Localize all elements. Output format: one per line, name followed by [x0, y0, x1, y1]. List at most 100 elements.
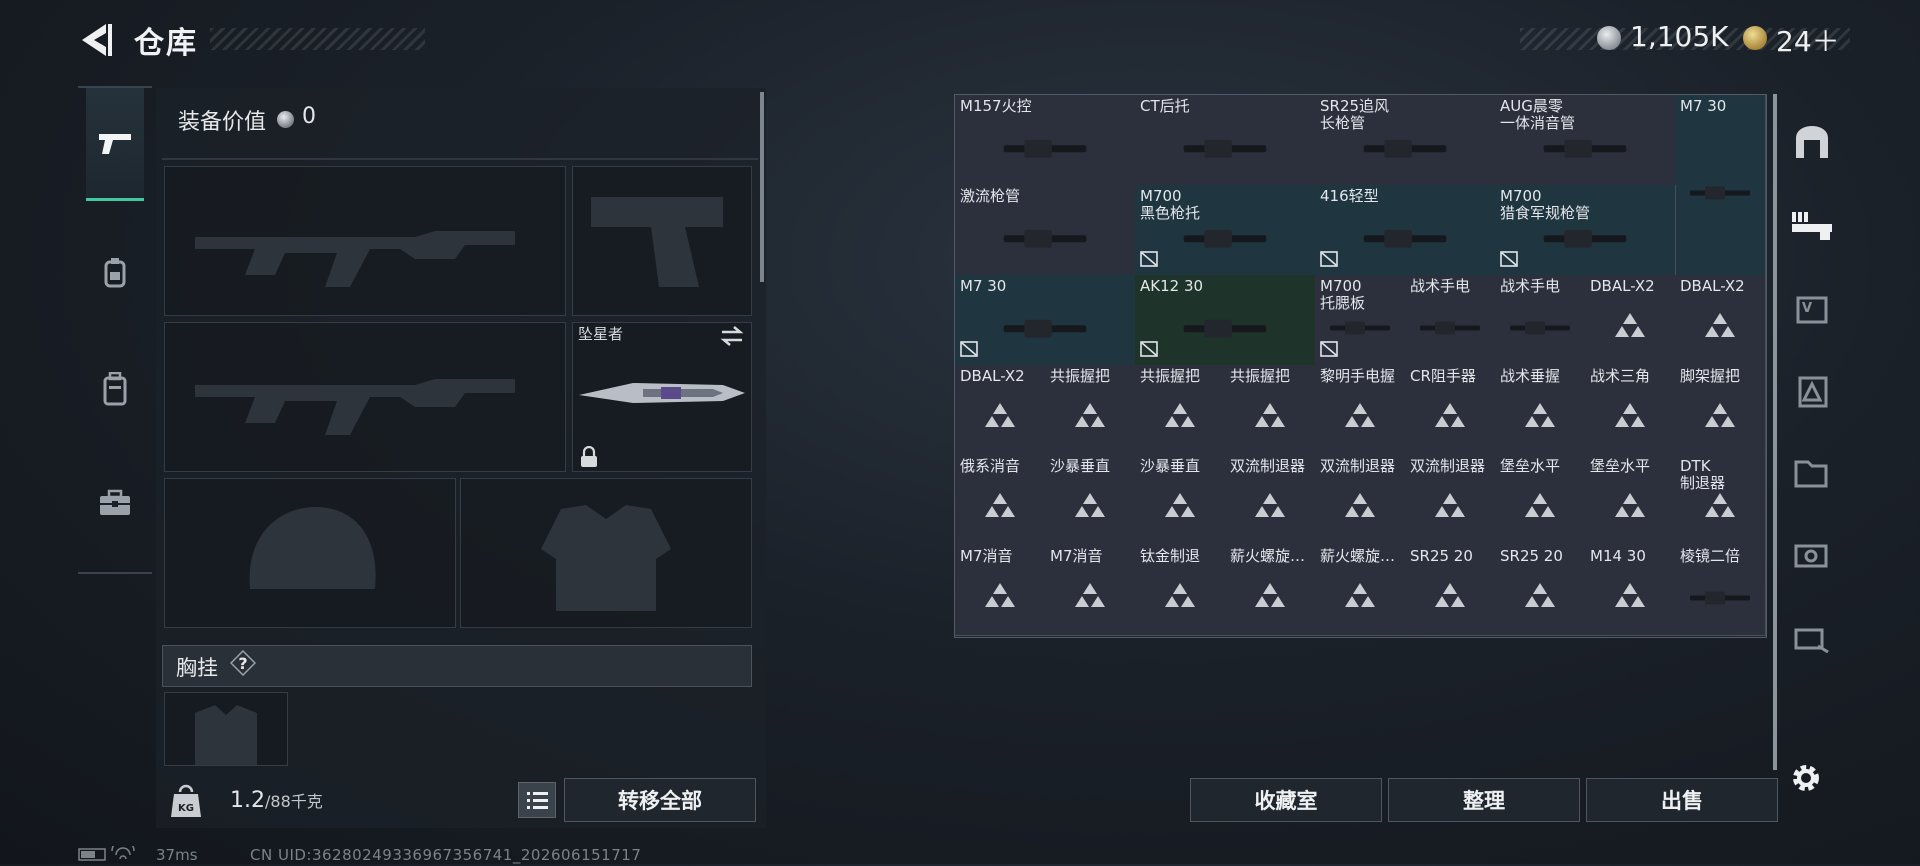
grid-item-cell[interactable]: M7消音: [1045, 545, 1136, 636]
grid-item-cell[interactable]: 薪火螺旋…: [1225, 545, 1316, 636]
placeholder-triangle-icon: [1345, 493, 1375, 518]
tab-gear[interactable]: [86, 218, 144, 328]
weight-icon: KG: [170, 784, 202, 822]
grid-item-cell[interactable]: M7消音: [955, 545, 1046, 636]
grid-item-cell[interactable]: 棱镜二倍: [1675, 545, 1766, 636]
grid-item-name: 棱镜二倍: [1680, 547, 1741, 565]
sell-button[interactable]: 出售: [1586, 778, 1778, 822]
grid-item-name: M7 30: [960, 277, 1007, 295]
grid-item-cell[interactable]: 共振握把: [1225, 365, 1316, 456]
grid-item-cell[interactable]: 战术三角: [1585, 365, 1676, 456]
category-all[interactable]: [1780, 110, 1844, 174]
grid-item-cell[interactable]: 钛金制退: [1135, 545, 1226, 636]
grid-item-name: 钛金制退: [1140, 547, 1201, 565]
grid-item-cell[interactable]: 俄系消音: [955, 455, 1046, 546]
grid-item-cell[interactable]: CT后托: [1135, 95, 1316, 186]
grid-item-cell[interactable]: DBAL-X2: [1675, 275, 1766, 366]
grid-item-cell[interactable]: M7 30: [1675, 95, 1766, 276]
grid-item-cell[interactable]: 共振握把: [1135, 365, 1226, 456]
settings-button[interactable]: [1788, 760, 1824, 800]
grid-item-cell[interactable]: 416轻型: [1315, 185, 1496, 276]
grid-item-cell[interactable]: 薪火螺旋…: [1315, 545, 1406, 636]
tab-case[interactable]: [86, 448, 144, 558]
grid-item-cell[interactable]: SR25追风 长枪管: [1315, 95, 1496, 186]
grid-item-cell[interactable]: 沙暴垂直: [1045, 455, 1136, 546]
placeholder-triangle-icon: [1525, 493, 1555, 518]
list-view-button[interactable]: [518, 782, 556, 818]
grid-item-cell[interactable]: DBAL-X2: [955, 365, 1046, 456]
grid-item-cell[interactable]: SR25 20: [1495, 545, 1586, 636]
storage-scrollbar[interactable]: [1773, 94, 1777, 770]
grid-item-cell[interactable]: 堡垒水平: [1495, 455, 1586, 546]
placeholder-triangle-icon: [1435, 403, 1465, 428]
placeholder-triangle-icon: [1255, 493, 1285, 518]
helmet-slot[interactable]: [164, 478, 456, 628]
category-tier-4-a[interactable]: [1780, 440, 1844, 504]
grid-item-cell[interactable]: M7 30: [955, 275, 1136, 366]
grid-item-cell[interactable]: DTK 制退器: [1675, 455, 1766, 546]
chest-rig-slot[interactable]: [164, 692, 288, 766]
collection-room-button[interactable]: 收藏室: [1190, 778, 1382, 822]
helmet-vest-icon: [104, 258, 126, 288]
grid-item-cell[interactable]: 双流制退器: [1315, 455, 1406, 546]
grid-item-cell[interactable]: 战术手电: [1405, 275, 1496, 366]
gold-currency-value[interactable]: 24＋: [1776, 20, 1840, 60]
unequippable-icon: [1320, 341, 1338, 357]
transfer-all-button[interactable]: 转移全部: [564, 778, 756, 822]
pistol-silhouette-icon: [591, 197, 723, 287]
grid-item-cell[interactable]: 脚架握把: [1675, 365, 1766, 456]
back-button[interactable]: [76, 20, 116, 60]
grid-item-cell[interactable]: M157火控: [955, 95, 1136, 186]
grid-item-name: AUG晨零 一体消音管: [1500, 97, 1576, 132]
grid-item-cell[interactable]: AK12 30: [1135, 275, 1316, 366]
category-tier-3[interactable]: [1780, 358, 1844, 422]
category-tier-4-b[interactable]: [1780, 522, 1844, 586]
grid-item-cell[interactable]: M700 托腮板: [1315, 275, 1406, 366]
equipment-value: 0: [302, 104, 316, 129]
tier-iv-device-icon: [1794, 544, 1828, 568]
grid-item-name: 共振握把: [1140, 367, 1201, 385]
grid-item-cell[interactable]: 双流制退器: [1405, 455, 1496, 546]
category-tier-5[interactable]: V: [1780, 276, 1844, 340]
tab-backpack[interactable]: [86, 334, 144, 444]
equipment-scrollbar[interactable]: [760, 92, 764, 282]
gold-coin-icon: [1743, 26, 1767, 50]
grid-item-cell[interactable]: CR阻手器: [1405, 365, 1496, 456]
grid-item-cell[interactable]: 激流枪管: [955, 185, 1136, 276]
item-image-icon: [1420, 321, 1480, 335]
category-tier-4-c[interactable]: [1780, 604, 1844, 668]
swap-icon[interactable]: [720, 326, 744, 350]
grid-item-cell[interactable]: M700 猎食军规枪管: [1495, 185, 1676, 276]
tab-weapons[interactable]: [86, 88, 144, 201]
grid-item-name: SR25 20: [1500, 547, 1563, 565]
grid-item-cell[interactable]: DBAL-X2: [1585, 275, 1676, 366]
help-icon[interactable]: ?: [229, 649, 257, 677]
grid-item-cell[interactable]: 沙暴垂直: [1135, 455, 1226, 546]
grid-item-cell[interactable]: 战术手电: [1495, 275, 1586, 366]
grid-item-cell[interactable]: SR25 20: [1405, 545, 1496, 636]
grid-item-name: 薪火螺旋…: [1230, 547, 1306, 565]
grid-item-name: 双流制退器: [1230, 457, 1306, 475]
grid-item-cell[interactable]: M14 30: [1585, 545, 1676, 636]
category-weapon-parts[interactable]: [1780, 192, 1844, 256]
grid-item-cell[interactable]: 战术垂握: [1495, 365, 1586, 456]
sort-button[interactable]: 整理: [1388, 778, 1580, 822]
equipment-value-label: 装备价值: [178, 110, 267, 135]
primary-weapon-slot[interactable]: [164, 166, 566, 316]
armor-slot[interactable]: [460, 478, 752, 628]
lock-icon: [580, 445, 598, 472]
grid-item-cell[interactable]: M700 黑色枪托: [1135, 185, 1316, 276]
grid-item-cell[interactable]: 共振握把: [1045, 365, 1136, 456]
grid-item-name: 俄系消音: [960, 457, 1021, 475]
secondary-weapon-slot[interactable]: [164, 322, 566, 472]
grid-item-cell[interactable]: 堡垒水平: [1585, 455, 1676, 546]
grid-item-cell[interactable]: 双流制退器: [1225, 455, 1316, 546]
svg-text:V: V: [1802, 301, 1812, 316]
grid-item-cell[interactable]: AUG晨零 一体消音管: [1495, 95, 1676, 186]
grid-item-cell[interactable]: 黎明手电握: [1315, 365, 1406, 456]
placeholder-triangle-icon: [1075, 583, 1105, 608]
sidearm-slot[interactable]: [572, 166, 752, 316]
placeholder-triangle-icon: [985, 403, 1015, 428]
weight-capacity: /88千克: [265, 792, 323, 811]
placeholder-triangle-icon: [1255, 583, 1285, 608]
